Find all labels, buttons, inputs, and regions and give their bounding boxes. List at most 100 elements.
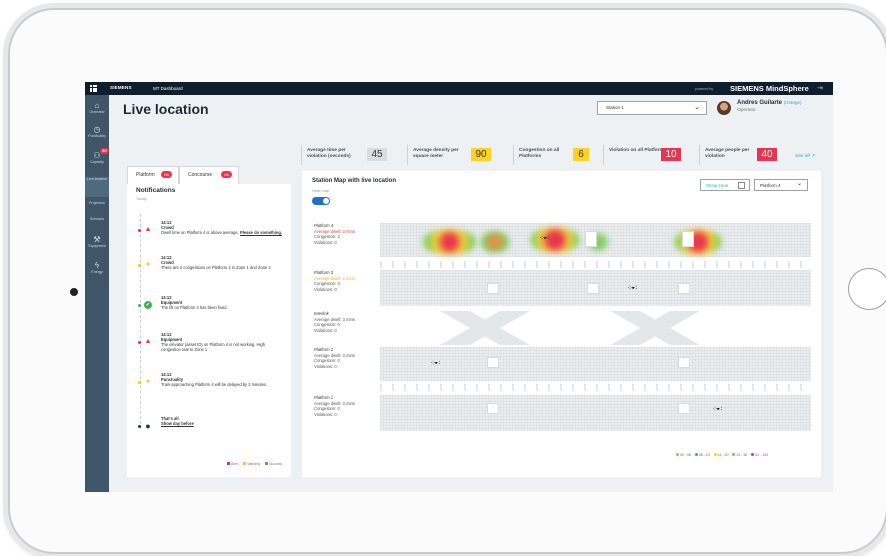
sidebar-item-label: Equipment: [88, 244, 106, 248]
station-map-card: Station Map with live location Heat map …: [302, 171, 821, 477]
station-select-value: Station 1: [606, 105, 624, 110]
track: [380, 261, 811, 268]
kpi-label: Average time per violation (seconds): [307, 148, 351, 159]
show-zone-checkbox[interactable]: Show zone: [700, 179, 750, 191]
kpi-card[interactable]: Average people per violation 40: [699, 145, 795, 165]
platform-name: Platform 3: [314, 270, 334, 275]
platform-1-area[interactable]: [380, 395, 811, 431]
platform-congestion: Congestion: 0: [314, 322, 340, 328]
legend-swatch: [676, 453, 679, 456]
divider: [513, 145, 514, 165]
sidebar-item-equipment[interactable]: ⚒ Equipment: [85, 235, 109, 251]
timeline-dot: [138, 264, 141, 267]
home-button[interactable]: [848, 268, 886, 310]
interlink-area[interactable]: [380, 311, 811, 345]
sidebar-item-label: Live location: [87, 177, 107, 181]
people-cluster-icon: ⁘▪⁖: [712, 406, 723, 413]
notification-message: Dwell time on Platform 4 is above averag…: [161, 229, 239, 235]
see-all-link[interactable]: See all ↗: [795, 154, 815, 159]
heat-map-toggle[interactable]: [312, 197, 330, 205]
page-title: Live location: [123, 101, 209, 117]
door-block: ⁝: [678, 357, 690, 368]
notifications-date: Today: [136, 196, 147, 201]
notification-text: 14:12 Punctuality Train approaching Platfo…: [161, 372, 283, 388]
kpi-label: Congestion on all Platforms: [519, 148, 560, 159]
notification-message: The elevator (asset ID) on Platform 4 is…: [161, 341, 265, 352]
user-role: Operator: [737, 108, 756, 113]
door-block: ⁝: [678, 403, 690, 414]
notification-message: Train approaching Platform 4 will be del…: [161, 381, 268, 387]
change-user-link[interactable]: (change): [784, 100, 802, 105]
platform-stats: Platform 3 Average dwell: 2 mins Congestio…: [314, 270, 355, 292]
platform-stats: Platform 2 Average dwell: 3 mins Congestio…: [314, 347, 355, 369]
platform-violations: Violations: 0: [314, 327, 337, 333]
tab-platform[interactable]: Platform 04: [127, 166, 179, 186]
tab-concourse[interactable]: Concourse 04: [179, 166, 239, 184]
platform-name: Platform 2: [314, 347, 334, 352]
platform-dwell: Average dwell: 2 mins: [314, 275, 355, 281]
sidebar-item-energy[interactable]: ϟ Energy: [85, 261, 109, 277]
sidebar-item-scenario[interactable]: Scenario: [85, 217, 109, 233]
divider: [699, 145, 700, 165]
kpi-value: 40: [757, 148, 777, 161]
station-select[interactable]: Station 1 ⌄: [597, 101, 707, 115]
sidebar-item-overview[interactable]: ⌂ Overview: [85, 101, 109, 117]
kpi-value: 6: [573, 148, 589, 161]
density-legend: 00 - 05 06 - 10 11 - 20 21 - 50 51 - 100: [672, 453, 768, 457]
timeline-dot: [138, 304, 141, 307]
platform-2-area[interactable]: [380, 347, 811, 381]
notification-link[interactable]: Show day before: [161, 421, 194, 426]
platform-dwell: Average dwell: 3 mins: [314, 316, 355, 322]
kpi-card[interactable]: Violation on all Platforms 10: [603, 145, 699, 165]
sidebar-item-capacity[interactable]: ⚇ Capacity 92: [85, 148, 109, 167]
sidebar-item-live-location[interactable]: Live location: [85, 177, 109, 197]
heat-zone: [530, 227, 580, 253]
notification-legend: Alert Warning Success: [223, 462, 282, 466]
divider: [301, 145, 302, 165]
sidebar-item-label: Overview: [89, 110, 105, 114]
alert-icon: ▲: [144, 226, 152, 233]
sidebar-item-label: Scenario: [89, 217, 105, 221]
notification-text: 14:12 Crowd There are 2 congestions on Pla…: [161, 255, 283, 271]
tab-platform-count: 04: [161, 171, 172, 178]
kpi-card[interactable]: Congestion on all Platforms 6: [513, 145, 609, 165]
legend-label: 11 - 20: [717, 453, 729, 457]
home-icon: ⌂: [94, 101, 100, 110]
kpi-card[interactable]: Average time per violation (seconds) 45: [301, 145, 397, 165]
notification-message: The lift on Platform 4 has been fixed.: [161, 304, 228, 310]
notification-link[interactable]: Please do something.: [240, 230, 282, 235]
app-grid-icon[interactable]: [90, 85, 97, 92]
legend-swatch: [713, 453, 717, 456]
platform-violations: Violations: 0: [314, 239, 337, 245]
kpi-label: Average people per violation: [705, 148, 750, 159]
platform-congestion: Congestion: 0: [314, 281, 340, 287]
legend-label: 21 - 50: [736, 453, 748, 457]
notifications-panel: Notifications Today ▲ 14:12 Crowd Dwell tim…: [127, 184, 291, 477]
wrench-icon: ⚒: [93, 235, 101, 244]
kpi-value: 10: [661, 148, 681, 161]
timeline-dot: [138, 425, 141, 428]
legend-swatch: [751, 453, 755, 456]
door-block: ⁝: [678, 283, 690, 294]
tab-bar: Platform 04 Concourse 04: [127, 166, 239, 186]
platform-dwell: Average dwell: 3 mins: [314, 352, 355, 358]
kpi-label: Violation on all Platforms: [609, 148, 667, 153]
sidebar-item-punctuality[interactable]: ◷ Punctuality: [85, 125, 109, 141]
platform-select[interactable]: Platform 4 ⌄: [754, 179, 808, 191]
kpi-value: 90: [471, 148, 491, 161]
stairs-block: [682, 231, 694, 247]
chevron-down-icon: ⌄: [694, 104, 700, 111]
mindsphere-logo: SIEMENS MindSphere: [730, 84, 809, 93]
door-block: ⁝: [487, 357, 499, 368]
logout-icon[interactable]: ⇥: [817, 84, 827, 93]
notification-text: 14:12 Equipment The lift on Platform 4 has…: [161, 295, 283, 311]
timeline-dot: [138, 381, 141, 384]
track: [380, 384, 811, 391]
kpi-card[interactable]: Average density per square meter 90: [407, 145, 503, 165]
timeline-dot: [138, 229, 141, 232]
notification-text: 14:12 Equipment The elevator (asset ID) on…: [161, 332, 283, 353]
heat-zone: [480, 231, 510, 253]
sidebar-item-projection[interactable]: Projection: [85, 201, 109, 217]
divider: [407, 145, 408, 165]
avatar[interactable]: [717, 101, 731, 115]
